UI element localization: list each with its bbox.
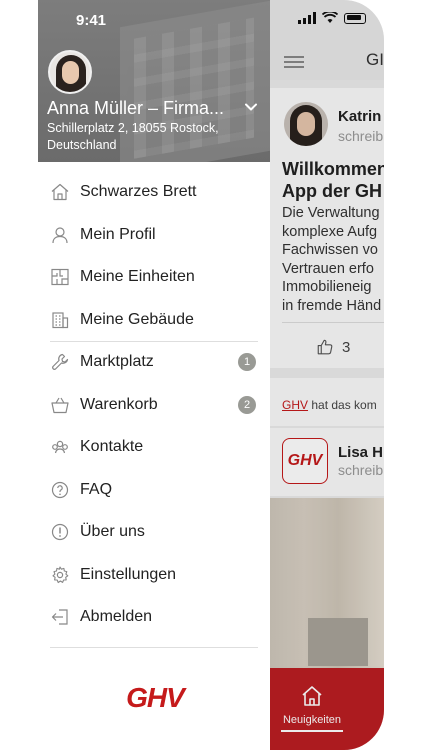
status-icons [298,12,366,24]
menu-item-label: FAQ [80,480,113,498]
header-title: GI [366,50,384,69]
menu-item-label: Warenkorb [80,395,158,413]
building-icon [52,311,69,328]
user-avatar [48,50,92,94]
app-header: GI [270,0,384,80]
menu-item-abmelden[interactable]: Abmelden [38,596,270,639]
post-image [270,498,384,668]
menu-item-faq[interactable]: FAQ [38,469,270,512]
drawer-menu: Schwarzes Brett Mein Profil Meine Einhei… [38,171,270,648]
menu-item-kontakte[interactable]: Kontakte [38,426,270,469]
menu-item-label: Meine Einheiten [80,268,195,285]
menu-item-label: Kontakte [80,438,144,455]
menu-item-mein-profil[interactable]: Mein Profil [38,214,270,257]
user-address: Schillerplatz 2, 18055 Rostock, Deutschl… [47,121,219,152]
menu-item-label: Abmelden [80,608,153,625]
post-title: Willkommen App der GH [282,159,384,201]
post2-author: Lisa H [338,444,384,461]
svg-text:GHV: GHV [126,682,187,713]
menu-item-label: Mein Profil [80,225,156,243]
info-icon [51,523,69,541]
wifi-icon [322,12,338,23]
battery-icon [344,12,366,24]
menu-item-schwarzes-brett[interactable]: Schwarzes Brett [38,171,270,214]
gear-icon [52,565,69,583]
tab-neuigkeiten[interactable]: Neuigkeiten [270,668,354,738]
notice-card[interactable]: GHV hat das kom [270,378,384,426]
thumbs-up-icon [317,339,333,355]
status-time: 9:41 [76,12,107,29]
floorplan-icon [51,268,69,286]
contacts-icon [52,440,68,454]
drawer-header: 9:41 Anna Müller – Firma... Schillerplat… [38,0,270,162]
post2-author-sub: schreib [338,462,384,478]
menu-divider [50,647,258,648]
hamburger-menu-icon[interactable] [284,56,304,68]
count-badge: 1 [238,353,256,371]
house-icon [51,183,69,201]
person-icon [52,226,68,243]
tab-indicator [281,730,343,732]
logout-icon [51,609,68,625]
post-body: Die Verwaltung komplexe Aufg Fachwissen … [282,205,382,314]
tab-bar: Neuigkeiten [270,668,384,750]
notice-text: GHV hat das kom [282,398,377,412]
menu-item-marktplatz[interactable]: Marktplatz 1 [38,341,270,384]
tab-label: Neuigkeiten [282,714,342,726]
count-badge: 2 [238,395,256,414]
menu-item-einstellungen[interactable]: Einstellungen [38,554,270,597]
menu-item-meine-gebaeude[interactable]: Meine Gebäude [38,299,270,342]
divider [282,322,384,323]
menu-item-label: Über uns [80,523,145,540]
menu-item-label: Einstellungen [80,565,177,583]
question-icon [51,481,69,498]
like-button[interactable]: 3 [316,338,350,356]
menu-item-meine-einheiten[interactable]: Meine Einheiten [38,256,270,299]
basket-icon [51,397,69,413]
post-card-2[interactable]: GHV Lisa H schreib [270,428,384,496]
avatar [284,102,328,146]
menu-item-label: Meine Gebäude [80,310,194,328]
news-feed: GI Katrin schreib Willkommen App der GH … [270,0,384,750]
phone-screen: GI Katrin schreib Willkommen App der GH … [38,0,384,750]
menu-item-warenkorb[interactable]: Warenkorb 2 [38,384,270,427]
ghv-logo: GHV [126,682,188,713]
post-card[interactable]: Katrin schreib Willkommen App der GH Die… [270,88,384,368]
menu-item-ueber-uns[interactable]: Über uns [38,511,270,554]
chevron-down-icon[interactable] [244,100,258,114]
wrench-icon [52,353,69,370]
user-name[interactable]: Anna Müller – Firma... [47,98,224,119]
menu-item-label: Marktplatz [80,353,154,370]
like-count: 3 [342,338,351,356]
post-author-sub: schreib [338,128,384,144]
navigation-drawer: 9:41 Anna Müller – Firma... Schillerplat… [38,0,270,750]
house-icon [302,686,322,706]
signal-icon [298,12,316,24]
post-author: Katrin [338,108,382,125]
notice-link[interactable]: GHV [282,398,308,412]
menu-item-label: Schwarzes Brett [80,183,197,200]
ghv-avatar: GHV [282,438,328,484]
